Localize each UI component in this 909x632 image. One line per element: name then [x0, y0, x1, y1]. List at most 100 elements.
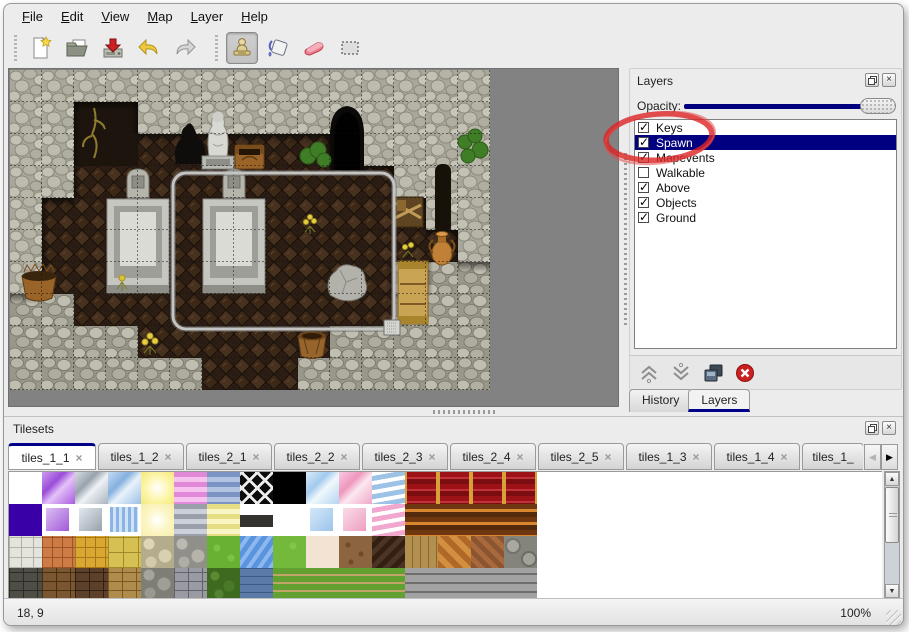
palette-tile[interactable]: [42, 504, 75, 536]
menu-item-help[interactable]: Help: [232, 6, 277, 27]
layer-row-above[interactable]: ✓Above: [635, 180, 896, 195]
menu-item-edit[interactable]: Edit: [52, 6, 92, 27]
tab-close-icon[interactable]: ×: [693, 450, 700, 464]
layer-row-mapevents[interactable]: ✓Mapevents: [635, 150, 896, 165]
layer-row-walkable[interactable]: Walkable: [635, 165, 896, 180]
palette-tile[interactable]: [504, 472, 537, 504]
palette-tile[interactable]: [240, 536, 273, 568]
toolbar-drag-handle[interactable]: [213, 35, 220, 61]
layer-visibility-checkbox[interactable]: ✓: [638, 152, 649, 163]
palette-tile[interactable]: [438, 568, 471, 599]
dock-tab-history[interactable]: History: [629, 389, 692, 412]
layer-visibility-checkbox[interactable]: ✓: [638, 212, 649, 223]
tab-close-icon[interactable]: ×: [517, 450, 524, 464]
palette-tile[interactable]: [471, 472, 504, 504]
palette-tile[interactable]: [306, 472, 339, 504]
palette-tile[interactable]: [339, 536, 372, 568]
layer-visibility-checkbox[interactable]: ✓: [638, 137, 649, 148]
tileset-tab-tiles_1_4[interactable]: tiles_1_4×: [714, 443, 800, 470]
tileset-palette[interactable]: [8, 471, 882, 599]
palette-tile[interactable]: [273, 472, 306, 504]
scroll-down-button[interactable]: ▼: [885, 584, 899, 598]
layer-row-spawn[interactable]: ✓Spawn: [635, 135, 896, 150]
layer-row-objects[interactable]: ✓Objects: [635, 195, 896, 210]
palette-tile[interactable]: [174, 568, 207, 599]
palette-tile[interactable]: [42, 568, 75, 599]
palette-tile[interactable]: [108, 504, 141, 536]
horizontal-splitter[interactable]: [8, 407, 901, 416]
menu-item-file[interactable]: File: [13, 6, 52, 27]
palette-tile[interactable]: [9, 536, 42, 568]
move-layer-down-button[interactable]: [668, 360, 694, 386]
palette-tile[interactable]: [405, 504, 438, 536]
tileset-tabs-scroll-left-button[interactable]: ◀: [864, 444, 881, 470]
tab-close-icon[interactable]: ×: [341, 450, 348, 464]
toolbar-drag-handle[interactable]: [12, 35, 19, 61]
menu-item-map[interactable]: Map: [138, 6, 181, 27]
palette-tile[interactable]: [339, 472, 372, 504]
palette-tile[interactable]: [240, 472, 273, 504]
palette-tile[interactable]: [372, 568, 405, 599]
tilesets-panel-close-button[interactable]: ×: [882, 421, 896, 435]
palette-tile[interactable]: [141, 504, 174, 536]
selection-resize-handle[interactable]: [384, 320, 400, 335]
palette-tile[interactable]: [75, 536, 108, 568]
palette-tile[interactable]: [372, 472, 405, 504]
tab-close-icon[interactable]: ×: [781, 450, 788, 464]
delete-layer-button[interactable]: [732, 360, 758, 386]
palette-tile[interactable]: [174, 504, 207, 536]
palette-tile[interactable]: [108, 568, 141, 599]
palette-tile[interactable]: [207, 568, 240, 599]
palette-tile[interactable]: [108, 536, 141, 568]
palette-tile[interactable]: [141, 472, 174, 504]
tileset-tab-tiles_2_2[interactable]: tiles_2_2×: [274, 443, 360, 470]
palette-tile[interactable]: [141, 536, 174, 568]
layer-visibility-checkbox[interactable]: ✓: [638, 122, 649, 133]
vertical-splitter[interactable]: [621, 68, 629, 407]
palette-tile[interactable]: [240, 504, 273, 536]
tileset-tab-tiles_1[interactable]: tiles_1_: [802, 443, 863, 470]
dock-tab-layers[interactable]: Layers: [688, 389, 750, 412]
palette-tile[interactable]: [9, 504, 42, 536]
redo-button[interactable]: [169, 32, 201, 64]
layer-visibility-checkbox[interactable]: [638, 167, 649, 178]
palette-tile[interactable]: [438, 536, 471, 568]
palette-tile[interactable]: [372, 504, 405, 536]
layers-panel-close-button[interactable]: ×: [882, 73, 896, 87]
palette-tile[interactable]: [42, 472, 75, 504]
stamp-tool-button[interactable]: [226, 32, 258, 64]
scroll-up-button[interactable]: ▲: [885, 472, 899, 486]
tab-close-icon[interactable]: ×: [76, 451, 83, 465]
palette-tile[interactable]: [471, 504, 504, 536]
palette-tile[interactable]: [207, 472, 240, 504]
palette-tile[interactable]: [438, 504, 471, 536]
palette-tile[interactable]: [306, 504, 339, 536]
save-file-button[interactable]: [97, 32, 129, 64]
resize-grip[interactable]: [886, 610, 901, 625]
palette-tile[interactable]: [504, 536, 537, 568]
tab-close-icon[interactable]: ×: [605, 450, 612, 464]
palette-tile[interactable]: [405, 536, 438, 568]
tileset-tab-tiles_1_3[interactable]: tiles_1_3×: [626, 443, 712, 470]
palette-tile[interactable]: [75, 472, 108, 504]
opacity-slider[interactable]: [684, 104, 894, 109]
palette-tile[interactable]: [273, 568, 306, 599]
tilesets-panel-float-button[interactable]: [865, 421, 879, 435]
palette-tile[interactable]: [42, 536, 75, 568]
palette-tile[interactable]: [504, 504, 537, 536]
eraser-tool-button[interactable]: [298, 32, 330, 64]
palette-tile[interactable]: [240, 568, 273, 599]
palette-tile[interactable]: [339, 568, 372, 599]
palette-tile[interactable]: [339, 504, 372, 536]
tileset-tab-tiles_2_5[interactable]: tiles_2_5×: [538, 443, 624, 470]
undo-button[interactable]: [133, 32, 165, 64]
palette-tile[interactable]: [75, 568, 108, 599]
palette-tile[interactable]: [108, 472, 141, 504]
scrollbar-thumb[interactable]: [885, 487, 899, 543]
tab-close-icon[interactable]: ×: [429, 450, 436, 464]
opacity-slider-handle[interactable]: [860, 98, 896, 114]
palette-tile[interactable]: [504, 568, 537, 599]
new-file-button[interactable]: [25, 32, 57, 64]
palette-tile[interactable]: [438, 472, 471, 504]
palette-tile[interactable]: [273, 536, 306, 568]
